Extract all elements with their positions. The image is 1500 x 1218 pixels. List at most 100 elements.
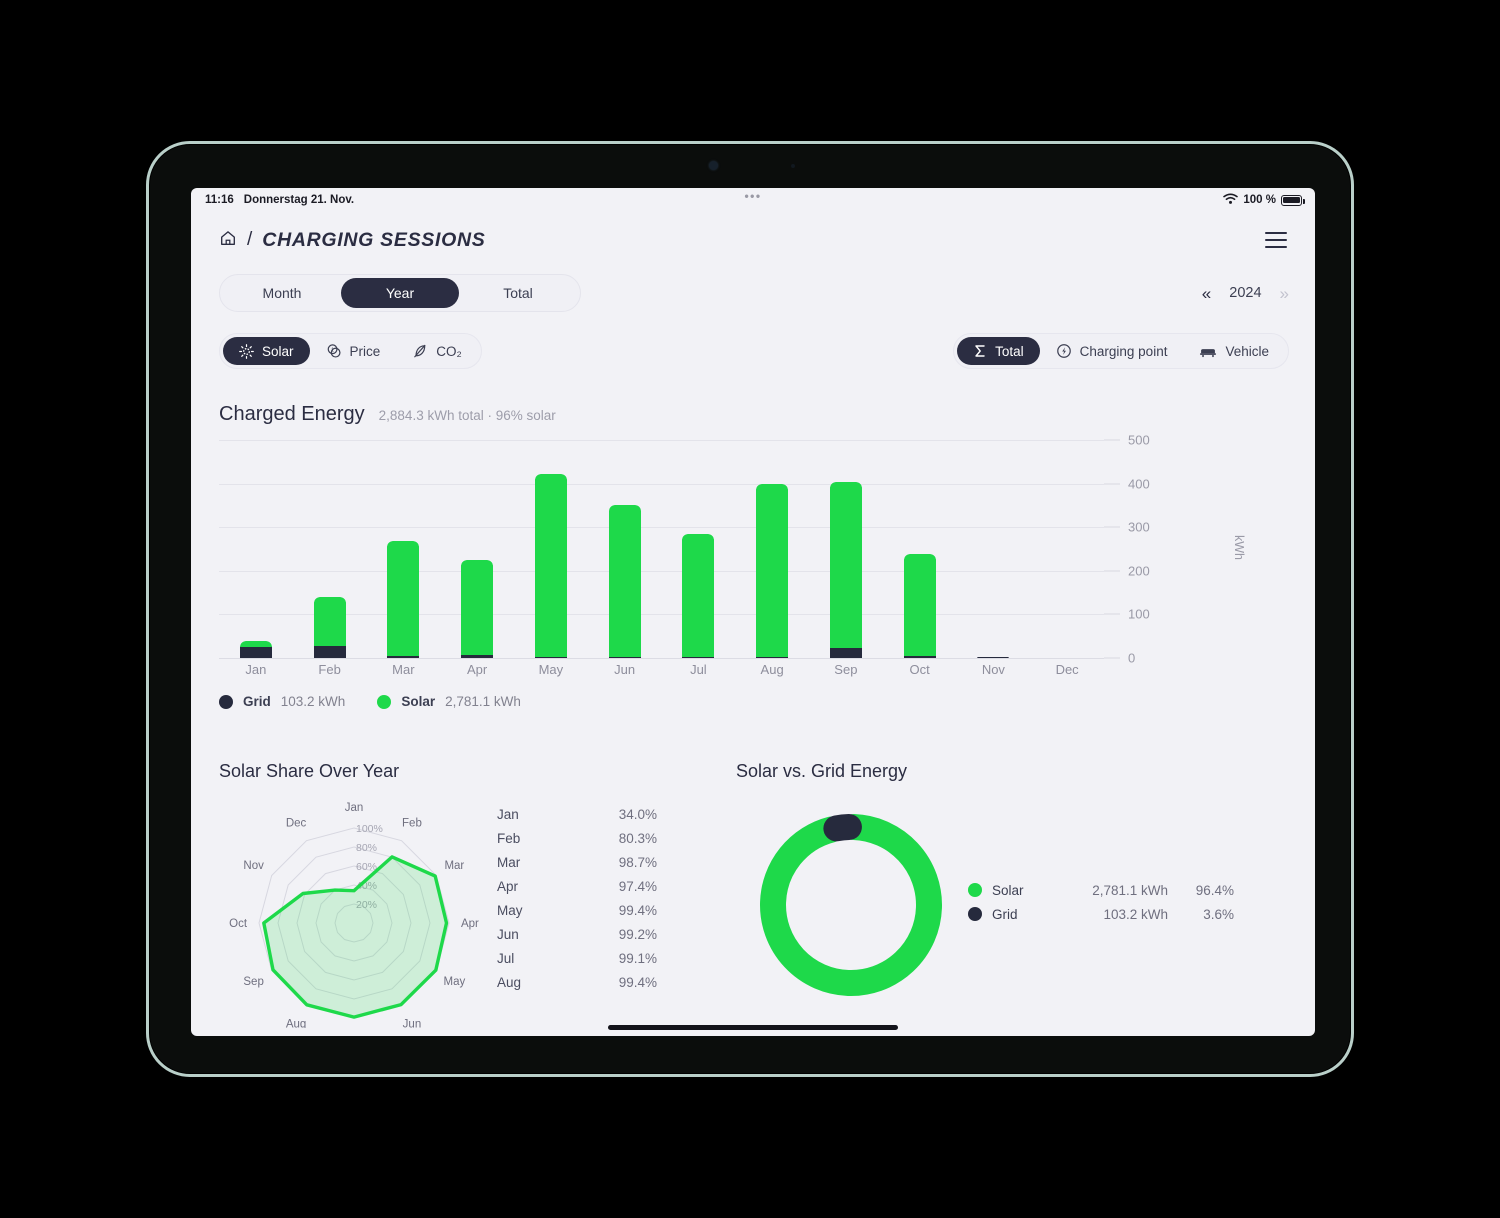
home-icon[interactable]	[219, 229, 237, 252]
bar-column[interactable]	[440, 440, 514, 658]
bar-stack	[387, 540, 420, 658]
bar-segment-solar	[829, 481, 862, 648]
bar-segment-grid	[534, 656, 567, 658]
legend-dot-solar	[377, 694, 392, 709]
bar-segment-solar	[682, 533, 715, 657]
home-indicator[interactable]	[608, 1025, 898, 1030]
wifi-icon	[1223, 193, 1239, 208]
monthly-share-row: Feb 80.3%	[497, 826, 657, 850]
bar-stack	[682, 533, 715, 658]
battery-full-icon	[1281, 194, 1305, 206]
donut-legend-label: Grid	[992, 906, 1018, 922]
radar-axis-label: Oct	[229, 918, 248, 930]
solar-vs-grid-title: Solar vs. Grid Energy	[736, 761, 908, 781]
radar-svg: 20%40%60%80%100%JanFebMarAprMayJunJulAug…	[229, 802, 479, 1028]
chip-charging-point[interactable]: Charging point	[1040, 337, 1184, 365]
hamburger-menu-icon[interactable]	[1265, 232, 1287, 248]
x-axis-label: Jun	[614, 662, 636, 677]
radar-ring-label: 100%	[356, 823, 383, 835]
legend-item-grid[interactable]: Grid 103.2 kWh	[219, 694, 345, 709]
bar-stack	[977, 657, 1010, 658]
bar-column[interactable]	[809, 440, 883, 658]
monthly-share-value: 99.4%	[618, 902, 657, 918]
app-header: / CHARGING SESSIONS	[191, 212, 1315, 268]
bar-segment-solar	[387, 540, 420, 657]
bar-column[interactable]	[957, 440, 1031, 658]
radar-axis-label: May	[444, 976, 466, 988]
chip-charging-point-label: Charging point	[1079, 343, 1168, 359]
chip-price[interactable]: 1 Price	[310, 337, 397, 365]
x-axis-label: Oct	[909, 662, 930, 677]
status-date: Donnerstag 21. Nov.	[243, 194, 355, 206]
chip-co2-label: CO₂	[436, 343, 462, 359]
x-axis-label: Aug	[760, 662, 784, 677]
chip-total[interactable]: Total	[957, 337, 1040, 365]
tab-year[interactable]: Year	[341, 278, 459, 308]
tablet-screen: 11:16 Donnerstag 21. Nov. ••• 100 % / CH…	[191, 188, 1315, 1036]
front-camera-icon	[709, 161, 718, 170]
donut-legend-kwh: 2,781.1 kWh	[1092, 882, 1168, 898]
chip-price-label: Price	[349, 343, 381, 359]
radar-axis-label: Jan	[345, 802, 364, 814]
donut-legend: Solar 2,781.1 kWh 96.4% Grid 103.2 kWh 3.6%	[968, 878, 1234, 926]
monthly-share-value: 99.2%	[618, 926, 657, 942]
bar-column[interactable]	[1030, 440, 1104, 658]
monthly-share-value: 34.0%	[618, 806, 657, 822]
sensor-icon	[791, 164, 795, 168]
sun-icon	[239, 343, 254, 359]
solar-share-title: Solar Share Over Year	[219, 761, 400, 781]
monthly-share-month: Jan	[497, 806, 519, 822]
bar-segment-grid	[829, 647, 862, 658]
solar-vs-grid-donut-chart: Solar 2,781.1 kWh 96.4% Grid 103.2 kWh 3.6%	[736, 800, 1315, 1010]
x-axis-label: Nov	[981, 662, 1005, 677]
x-axis-label: Jan	[245, 662, 267, 677]
donut-segment-solar[interactable]	[760, 814, 942, 996]
radar-ring-label: 80%	[356, 842, 377, 854]
bar-column[interactable]	[514, 440, 588, 658]
x-axis-label: Jul	[690, 662, 707, 677]
x-axis-labels: Jan Feb Mar Apr May Jun Jul Aug Sep Oct Nov Dec	[219, 662, 1104, 677]
leaf-icon	[412, 343, 428, 359]
bar-column[interactable]	[219, 440, 293, 658]
chip-co2[interactable]: CO₂	[396, 337, 478, 365]
filter-row: Solar 1 Price CO₂ Total Charging point V…	[191, 312, 1315, 369]
gridline	[219, 658, 1104, 659]
bar-column[interactable]	[662, 440, 736, 658]
bar-column[interactable]	[367, 440, 441, 658]
chip-vehicle[interactable]: Vehicle	[1183, 337, 1285, 365]
x-axis-label: Dec	[1055, 662, 1079, 677]
bar-stack	[461, 560, 494, 658]
svg-text:1: 1	[331, 347, 334, 353]
radar-axis-label: Dec	[286, 818, 307, 830]
bar-column[interactable]	[883, 440, 957, 658]
multitask-handle[interactable]: •••	[744, 189, 761, 203]
bar-column[interactable]	[293, 440, 367, 658]
bar-segment-grid	[977, 657, 1010, 658]
radar-axis-label: Jun	[403, 1018, 422, 1028]
tab-month[interactable]: Month	[223, 278, 341, 308]
monthly-share-month: Aug	[497, 974, 522, 990]
radar-axis-label: Aug	[286, 1018, 306, 1028]
bar-segment-solar	[534, 474, 567, 657]
monthly-share-month: Mar	[497, 854, 521, 870]
tab-total[interactable]: Total	[459, 278, 577, 308]
bar-column[interactable]	[735, 440, 809, 658]
legend-item-solar[interactable]: Solar 2,781.1 kWh	[377, 694, 521, 709]
donut-legend-row[interactable]: Solar 2,781.1 kWh 96.4%	[968, 878, 1234, 902]
chip-solar[interactable]: Solar	[223, 337, 310, 365]
bar-segment-grid	[313, 645, 346, 658]
bar-chart-legend: Grid 103.2 kWh Solar 2,781.1 kWh	[191, 678, 1315, 709]
chevron-double-right-icon[interactable]: »	[1280, 285, 1289, 302]
chip-total-label: Total	[995, 343, 1024, 359]
bar-segment-solar	[608, 504, 641, 657]
coins-icon: 1	[326, 343, 342, 359]
donut-legend-label: Solar	[992, 882, 1024, 898]
donut-legend-row[interactable]: Grid 103.2 kWh 3.6%	[968, 902, 1234, 926]
bar-series	[219, 440, 1104, 658]
bar-column[interactable]	[588, 440, 662, 658]
chevron-double-left-icon[interactable]: «	[1202, 285, 1211, 302]
breadcrumb-separator: /	[247, 229, 253, 250]
radar-axis-label: Sep	[243, 976, 263, 988]
y-axis-tick: 400	[1104, 476, 1150, 491]
bar-segment-grid	[903, 655, 936, 658]
